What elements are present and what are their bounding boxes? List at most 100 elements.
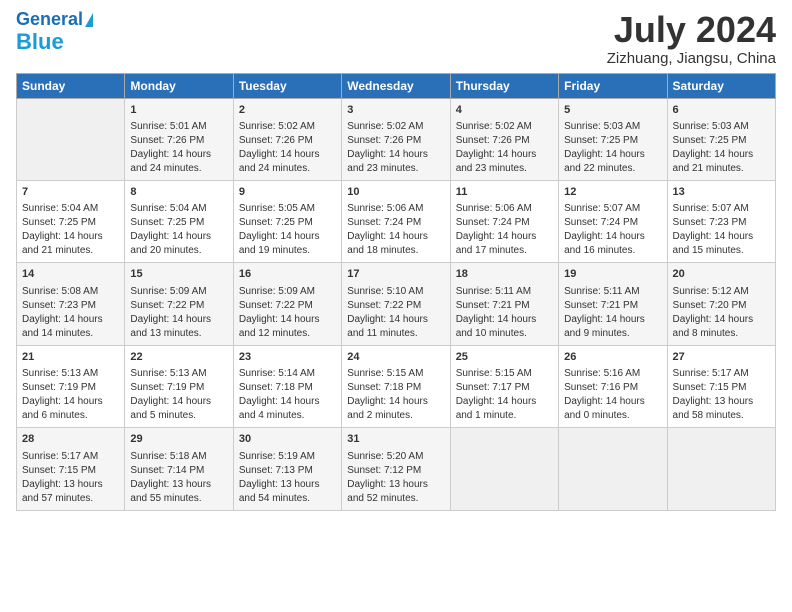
day-cell (450, 428, 558, 510)
day-cell: 30 Sunrise: 5:19 AM Sunset: 7:13 PM Dayli… (233, 428, 341, 510)
day-cell: 8 Sunrise: 5:04 AM Sunset: 7:25 PM Daylig… (125, 180, 233, 262)
week-row-5: 28Sunrise: 5:17 AM Sunset: 7:15 PM Dayli… (17, 428, 776, 510)
day-number: 25 (456, 350, 553, 365)
day-info: Sunrise: 5:03 AM Sunset: 7:25 PM Dayligh… (673, 120, 770, 176)
logo-text-blue: Blue (16, 30, 64, 54)
day-number: 4 (456, 103, 553, 118)
day-info: Sunrise: 5:14 AM Sunset: 7:18 PM Dayligh… (239, 367, 336, 423)
day-number: 31 (347, 432, 444, 447)
header-day-wednesday: Wednesday (342, 73, 450, 98)
day-cell: 2Sunrise: 5:02 AM Sunset: 7:26 PM Daylig… (233, 98, 341, 180)
day-info: Sunrise: 5:06 AM Sunset: 7:24 PM Dayligh… (456, 202, 553, 258)
day-info: Sunrise: 5:13 AM Sunset: 7:19 PM Dayligh… (130, 367, 227, 423)
logo: General Blue (16, 10, 93, 54)
day-info: Sunrise: 5:08 AM Sunset: 7:23 PM Dayligh… (22, 285, 119, 341)
day-info: Sunrise: 5:09 AM Sunset: 7:22 PM Dayligh… (239, 285, 336, 341)
day-number: 14 (22, 267, 119, 282)
week-row-4: 21 Sunrise: 5:13 AM Sunset: 7:19 PM Dayli… (17, 345, 776, 427)
day-info: Sunrise: 5:02 AM Sunset: 7:26 PM Dayligh… (347, 120, 444, 176)
day-number: 6 (673, 103, 770, 118)
day-info: Sunrise: 5:03 AM Sunset: 7:25 PM Dayligh… (564, 120, 661, 176)
day-number: 27 (673, 350, 770, 365)
day-cell: 1 Sunrise: 5:01 AM Sunset: 7:26 PM Daylig… (125, 98, 233, 180)
day-cell: 7Sunrise: 5:04 AM Sunset: 7:25 PM Daylig… (17, 180, 125, 262)
header-row: SundayMondayTuesdayWednesdayThursdayFrid… (17, 73, 776, 98)
day-number: 23 (239, 350, 336, 365)
header-day-friday: Friday (559, 73, 667, 98)
day-cell: 22 Sunrise: 5:13 AM Sunset: 7:19 PM Dayli… (125, 345, 233, 427)
day-info: Sunrise: 5:10 AM Sunset: 7:22 PM Dayligh… (347, 285, 444, 341)
day-cell (667, 428, 775, 510)
day-info: Sunrise: 5:11 AM Sunset: 7:21 PM Dayligh… (456, 285, 553, 341)
day-info: Sunrise: 5:01 AM Sunset: 7:26 PM Dayligh… (130, 120, 227, 176)
day-cell: 12 Sunrise: 5:07 AM Sunset: 7:24 PM Dayli… (559, 180, 667, 262)
day-cell: 16 Sunrise: 5:09 AM Sunset: 7:22 PM Dayli… (233, 263, 341, 345)
day-info: Sunrise: 5:09 AM Sunset: 7:22 PM Dayligh… (130, 285, 227, 341)
day-cell: 23 Sunrise: 5:14 AM Sunset: 7:18 PM Dayli… (233, 345, 341, 427)
calendar-table: SundayMondayTuesdayWednesdayThursdayFrid… (16, 73, 776, 511)
day-cell: 15Sunrise: 5:09 AM Sunset: 7:22 PM Dayli… (125, 263, 233, 345)
day-cell: 11Sunrise: 5:06 AM Sunset: 7:24 PM Dayli… (450, 180, 558, 262)
week-row-3: 14 Sunrise: 5:08 AM Sunset: 7:23 PM Dayli… (17, 263, 776, 345)
day-info: Sunrise: 5:06 AM Sunset: 7:24 PM Dayligh… (347, 202, 444, 258)
day-number: 24 (347, 350, 444, 365)
day-info: Sunrise: 5:12 AM Sunset: 7:20 PM Dayligh… (673, 285, 770, 341)
header-day-saturday: Saturday (667, 73, 775, 98)
day-cell: 18 Sunrise: 5:11 AM Sunset: 7:21 PM Dayli… (450, 263, 558, 345)
day-number: 20 (673, 267, 770, 282)
header-day-thursday: Thursday (450, 73, 558, 98)
day-cell: 6 Sunrise: 5:03 AM Sunset: 7:25 PM Daylig… (667, 98, 775, 180)
day-number: 13 (673, 185, 770, 200)
week-row-2: 7Sunrise: 5:04 AM Sunset: 7:25 PM Daylig… (17, 180, 776, 262)
day-number: 8 (130, 185, 227, 200)
day-cell: 28Sunrise: 5:17 AM Sunset: 7:15 PM Dayli… (17, 428, 125, 510)
day-info: Sunrise: 5:17 AM Sunset: 7:15 PM Dayligh… (673, 367, 770, 423)
day-cell: 31 Sunrise: 5:20 AM Sunset: 7:12 PM Dayli… (342, 428, 450, 510)
header: General Blue July 2024 Zizhuang, Jiangsu… (16, 10, 776, 67)
day-info: Sunrise: 5:16 AM Sunset: 7:16 PM Dayligh… (564, 367, 661, 423)
day-cell: 24 Sunrise: 5:15 AM Sunset: 7:18 PM Dayli… (342, 345, 450, 427)
day-info: Sunrise: 5:04 AM Sunset: 7:25 PM Dayligh… (130, 202, 227, 258)
day-info: Sunrise: 5:19 AM Sunset: 7:13 PM Dayligh… (239, 450, 336, 506)
day-cell: 20 Sunrise: 5:12 AM Sunset: 7:20 PM Dayli… (667, 263, 775, 345)
day-number: 10 (347, 185, 444, 200)
day-number: 3 (347, 103, 444, 118)
day-cell: 19Sunrise: 5:11 AM Sunset: 7:21 PM Dayli… (559, 263, 667, 345)
day-cell (559, 428, 667, 510)
location: Zizhuang, Jiangsu, China (607, 50, 776, 67)
day-info: Sunrise: 5:15 AM Sunset: 7:18 PM Dayligh… (347, 367, 444, 423)
day-cell: 9Sunrise: 5:05 AM Sunset: 7:25 PM Daylig… (233, 180, 341, 262)
day-number: 18 (456, 267, 553, 282)
day-cell (17, 98, 125, 180)
header-day-sunday: Sunday (17, 73, 125, 98)
day-cell: 5 Sunrise: 5:03 AM Sunset: 7:25 PM Daylig… (559, 98, 667, 180)
day-number: 22 (130, 350, 227, 365)
day-cell: 21Sunrise: 5:13 AM Sunset: 7:19 PM Dayli… (17, 345, 125, 427)
day-info: Sunrise: 5:02 AM Sunset: 7:26 PM Dayligh… (456, 120, 553, 176)
day-number: 30 (239, 432, 336, 447)
day-info: Sunrise: 5:15 AM Sunset: 7:17 PM Dayligh… (456, 367, 553, 423)
day-number: 5 (564, 103, 661, 118)
day-number: 26 (564, 350, 661, 365)
main-container: General Blue July 2024 Zizhuang, Jiangsu… (0, 0, 792, 521)
day-number: 28 (22, 432, 119, 447)
day-cell: 10 Sunrise: 5:06 AM Sunset: 7:24 PM Dayli… (342, 180, 450, 262)
day-info: Sunrise: 5:11 AM Sunset: 7:21 PM Dayligh… (564, 285, 661, 341)
month-title: July 2024 (607, 10, 776, 50)
day-number: 12 (564, 185, 661, 200)
day-cell: 27 Sunrise: 5:17 AM Sunset: 7:15 PM Dayli… (667, 345, 775, 427)
day-cell: 17 Sunrise: 5:10 AM Sunset: 7:22 PM Dayli… (342, 263, 450, 345)
day-cell: 13 Sunrise: 5:07 AM Sunset: 7:23 PM Dayli… (667, 180, 775, 262)
day-info: Sunrise: 5:20 AM Sunset: 7:12 PM Dayligh… (347, 450, 444, 506)
day-cell: 25 Sunrise: 5:15 AM Sunset: 7:17 PM Dayli… (450, 345, 558, 427)
day-number: 21 (22, 350, 119, 365)
day-info: Sunrise: 5:07 AM Sunset: 7:23 PM Dayligh… (673, 202, 770, 258)
day-number: 1 (130, 103, 227, 118)
day-info: Sunrise: 5:07 AM Sunset: 7:24 PM Dayligh… (564, 202, 661, 258)
day-info: Sunrise: 5:04 AM Sunset: 7:25 PM Dayligh… (22, 202, 119, 258)
day-number: 16 (239, 267, 336, 282)
logo-triangle-icon (85, 13, 93, 27)
day-info: Sunrise: 5:02 AM Sunset: 7:26 PM Dayligh… (239, 120, 336, 176)
day-number: 17 (347, 267, 444, 282)
title-block: July 2024 Zizhuang, Jiangsu, China (607, 10, 776, 67)
